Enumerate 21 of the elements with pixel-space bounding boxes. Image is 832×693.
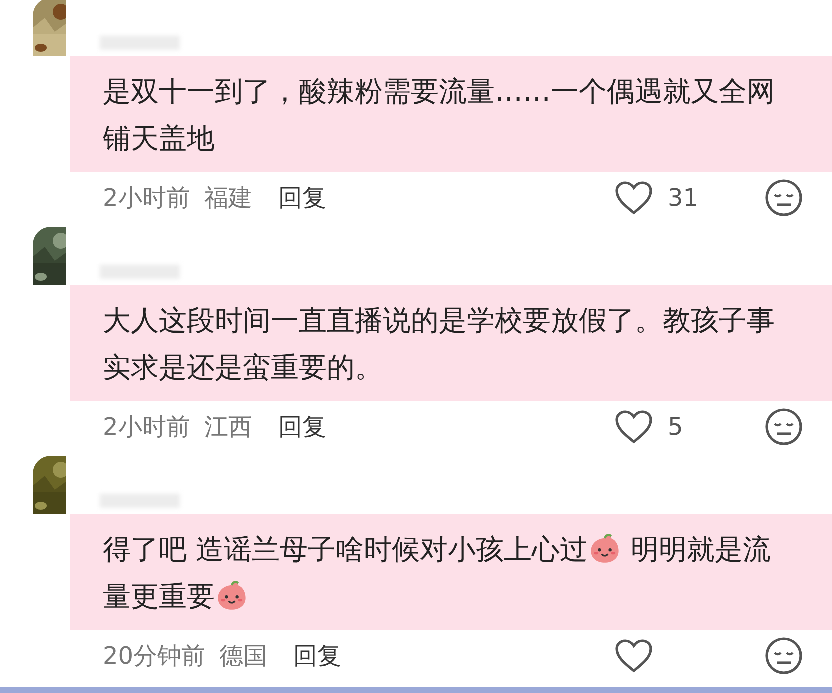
heart-icon[interactable] <box>614 409 654 445</box>
comment-time: 20分钟前 <box>103 641 206 672</box>
comment-text: 得了吧 造谣兰母子啥时候对小孩上心过 明明就是流量更重要 <box>70 514 832 630</box>
heart-icon[interactable] <box>614 638 654 674</box>
reply-link[interactable]: 回复 <box>282 640 342 672</box>
neutral-face-icon[interactable] <box>764 178 804 218</box>
comment-time: 2小时前 <box>103 183 190 214</box>
like-count: 31 <box>668 184 699 212</box>
comment-text: 是双十一到了，酸辣粉需要流量……一个偶遇就又全网铺天盖地 <box>70 56 832 172</box>
neutral-face-icon[interactable] <box>764 636 804 676</box>
comment-location: 江西 <box>204 412 252 443</box>
comment-time: 2小时前 <box>103 412 190 443</box>
heart-icon[interactable] <box>614 180 654 216</box>
neutral-face-icon[interactable] <box>764 407 804 447</box>
like-count: 5 <box>668 413 684 441</box>
reply-link[interactable]: 回复 <box>266 411 326 443</box>
comment-location: 福建 <box>204 183 252 214</box>
reply-link[interactable]: 回复 <box>266 182 326 214</box>
peach-emoji-icon <box>215 578 249 612</box>
comment-location: 德国 <box>220 641 268 672</box>
comment-text: 大人这段时间一直直播说的是学校要放假了。教孩子事实求是还是蛮重要的。 <box>70 285 832 401</box>
